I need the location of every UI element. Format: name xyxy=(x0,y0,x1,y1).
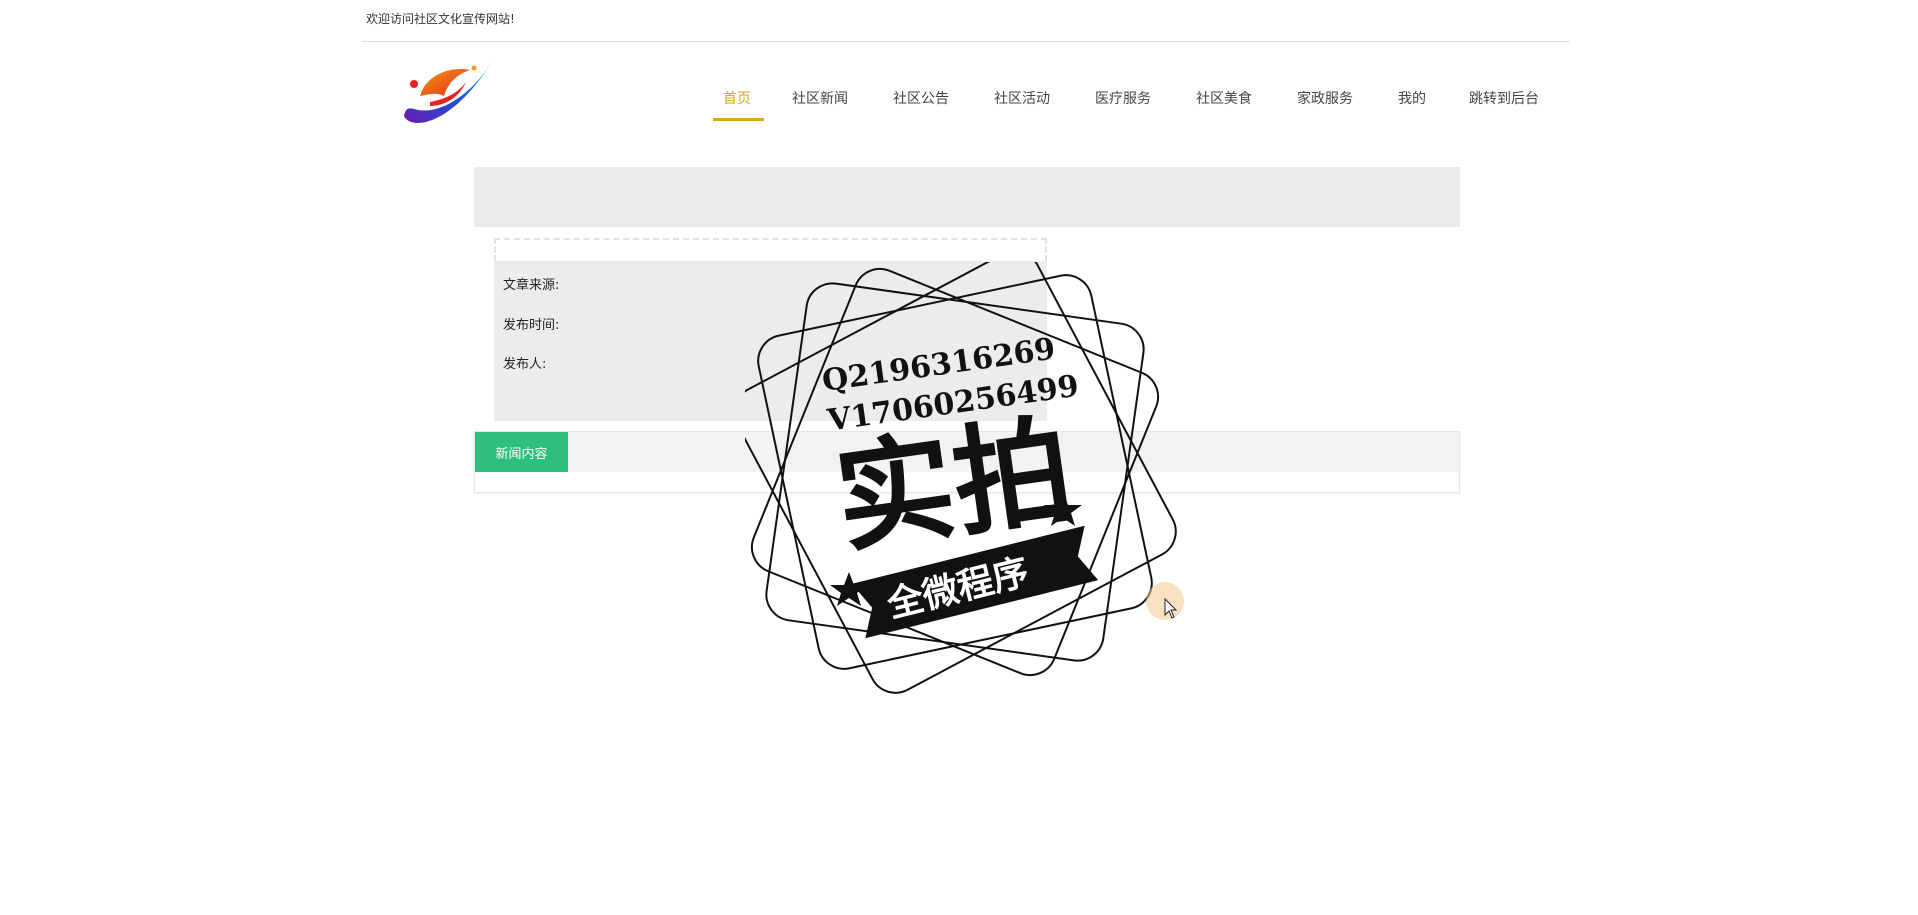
header-divider xyxy=(362,41,1570,42)
nav-item-mine[interactable]: 我的 xyxy=(1398,88,1426,108)
news-tabbar: 新闻内容 xyxy=(475,432,1459,472)
page: 欢迎访问社区文化宣传网站! 首页 社区新闻 社区公告 社区活动 医疗服务 社区美… xyxy=(0,0,1918,915)
tab-news-content[interactable]: 新闻内容 xyxy=(475,432,568,472)
news-content-panel: 新闻内容 xyxy=(474,431,1460,493)
nav-item-community-news[interactable]: 社区新闻 xyxy=(792,88,848,108)
article-time-label: 发布时间: xyxy=(503,318,560,333)
nav-item-community-activity[interactable]: 社区活动 xyxy=(994,88,1050,108)
nav-item-community-food[interactable]: 社区美食 xyxy=(1196,88,1252,108)
welcome-text: 欢迎访问社区文化宣传网站! xyxy=(366,12,515,26)
nav-item-housekeeping[interactable]: 家政服务 xyxy=(1297,88,1353,108)
article-info-box: 文章来源: 发布时间: 发布人: xyxy=(494,261,1047,421)
nav-active-indicator xyxy=(713,118,764,121)
star-icon xyxy=(1044,492,1082,526)
star-icon xyxy=(830,572,868,606)
nav-item-home[interactable]: 首页 xyxy=(723,88,751,108)
banner xyxy=(474,167,1460,227)
mouse-pointer-icon xyxy=(1164,598,1178,619)
nav-item-community-notice[interactable]: 社区公告 xyxy=(893,88,949,108)
article-source-label: 文章来源: xyxy=(503,278,560,293)
nav-item-medical-service[interactable]: 医疗服务 xyxy=(1095,88,1151,108)
article-publisher-label: 发布人: xyxy=(503,357,547,372)
watermark-ribbon-text: 全微程序 xyxy=(882,550,1033,626)
site-logo[interactable] xyxy=(400,56,496,132)
nav-item-admin[interactable]: 跳转到后台 xyxy=(1469,88,1539,108)
info-dashed-border xyxy=(494,238,1047,261)
